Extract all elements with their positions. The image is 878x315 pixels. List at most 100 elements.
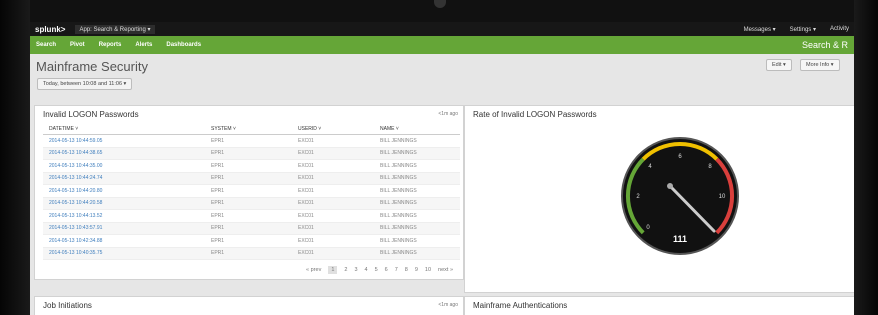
nav-pivot[interactable]: Pivot: [70, 42, 85, 48]
column-header-datetime[interactable]: DATETIME ˅: [43, 124, 205, 135]
cell-userid: EXC01: [292, 172, 374, 185]
table-row[interactable]: 2014-05-13 10:40:35.75 EPR1 EXC01 BILL JENN…: [43, 247, 460, 260]
cell-name: BILL JENNINGS: [374, 222, 460, 235]
pagination: « prev 1 2 3 4 5 6 7 8 9 10 next »: [306, 266, 453, 274]
cell-system: EPR1: [205, 197, 292, 210]
panel-title: Invalid LOGON Passwords: [43, 110, 139, 119]
app-nav-bar: Search Pivot Reports Alerts Dashboards S…: [30, 36, 854, 54]
table-row[interactable]: 2014-05-13 10:42:34.88 EPR1 EXC01 BILL JENN…: [43, 234, 460, 248]
cell-datetime: 2014-05-13 10:44:13.52: [43, 209, 205, 223]
cell-name: BILL JENNINGS: [374, 159, 460, 173]
nav-reports[interactable]: Reports: [99, 42, 122, 48]
logon-rate-gauge-panel: Rate of Invalid LOGON Passwords 0 2 4 6 …: [464, 105, 854, 293]
splunk-screen: splunk> App: Search & Reporting ▾ Messag…: [30, 22, 854, 315]
table-row[interactable]: 2014-05-13 10:44:20.80 EPR1 EXC01 BILL JENN…: [43, 184, 460, 198]
page-link[interactable]: 10: [425, 267, 431, 273]
panel-title: Rate of Invalid LOGON Passwords: [473, 110, 597, 119]
topbar-right-menus: Messages ▾ Settings ▾ Activity: [744, 26, 849, 33]
cell-datetime: 2014-05-13 10:40:35.75: [43, 247, 205, 260]
splunk-top-bar: splunk> App: Search & Reporting ▾ Messag…: [30, 22, 854, 36]
page-link-current[interactable]: 1: [328, 266, 338, 274]
cell-name: BILL JENNINGS: [374, 234, 460, 248]
cell-userid: EXC01: [292, 159, 374, 173]
cell-userid: EXC01: [292, 209, 374, 223]
nav-search[interactable]: Search: [36, 42, 56, 48]
messages-menu[interactable]: Messages ▾: [744, 26, 776, 33]
cell-datetime: 2014-05-13 10:44:20.80: [43, 184, 205, 198]
cell-datetime: 2014-05-13 10:43:57.91: [43, 222, 205, 235]
cell-datetime: 2014-05-13 10:44:35.00: [43, 159, 205, 173]
cell-datetime: 2014-05-13 10:44:20.58: [43, 197, 205, 210]
more-info-button[interactable]: More Info ▾: [800, 59, 840, 71]
cell-system: EPR1: [205, 209, 292, 223]
job-initiations-panel: Job Initiations <1m ago: [34, 296, 464, 315]
column-header-name[interactable]: NAME ˅: [374, 124, 460, 135]
time-range-picker[interactable]: Today, between 10:08 and 11:06 ▾: [37, 78, 133, 90]
activity-menu[interactable]: Activity: [830, 26, 849, 33]
cell-name: BILL JENNINGS: [374, 197, 460, 210]
splunk-logo[interactable]: splunk>: [35, 25, 65, 34]
page-link[interactable]: 4: [365, 267, 368, 273]
table-row[interactable]: 2014-05-13 10:44:35.00 EPR1 EXC01 BILL JENN…: [43, 159, 460, 173]
mainframe-auth-panel: Mainframe Authentications: [464, 296, 854, 315]
cell-name: BILL JENNINGS: [374, 172, 460, 185]
app-label-search-reporting[interactable]: Search & R: [802, 40, 848, 50]
gauge-needle-hub: [667, 183, 673, 189]
nav-dashboards[interactable]: Dashboards: [166, 42, 201, 48]
table-row[interactable]: 2014-05-13 10:43:57.91 EPR1 EXC01 BILL JENN…: [43, 222, 460, 235]
table-row[interactable]: 2014-05-13 10:44:13.52 EPR1 EXC01 BILL JENN…: [43, 209, 460, 223]
settings-menu[interactable]: Settings ▾: [790, 26, 816, 33]
column-header-system[interactable]: SYSTEM ˅: [205, 124, 292, 135]
cell-userid: EXC01: [292, 134, 374, 148]
radial-gauge: 0 2 4 6 8 10 111: [621, 137, 739, 255]
cell-userid: EXC01: [292, 184, 374, 198]
cell-userid: EXC01: [292, 147, 374, 160]
panel-title: Job Initiations: [43, 301, 92, 310]
panel-refresh-time[interactable]: <1m ago: [438, 302, 458, 308]
table-header-row: DATETIME ˅ SYSTEM ˅ USERID ˅ NAME ˅: [43, 124, 460, 135]
cell-name: BILL JENNINGS: [374, 147, 460, 160]
cell-name: BILL JENNINGS: [374, 134, 460, 148]
panel-refresh-time[interactable]: <1m ago: [438, 111, 458, 117]
cell-userid: EXC01: [292, 197, 374, 210]
cell-userid: EXC01: [292, 222, 374, 235]
cell-system: EPR1: [205, 134, 292, 148]
cell-userid: EXC01: [292, 247, 374, 260]
panel-title: Mainframe Authentications: [473, 301, 568, 310]
table-row[interactable]: 2014-05-13 10:44:59.05 EPR1 EXC01 BILL JENN…: [43, 134, 460, 148]
column-header-userid[interactable]: USERID ˅: [292, 124, 374, 135]
next-page-link[interactable]: next »: [438, 267, 453, 273]
cell-system: EPR1: [205, 147, 292, 160]
table-row[interactable]: 2014-05-13 10:44:24.74 EPR1 EXC01 BILL JENN…: [43, 172, 460, 185]
app-menu[interactable]: App: Search & Reporting ▾: [75, 24, 155, 34]
cell-system: EPR1: [205, 159, 292, 173]
cell-datetime: 2014-05-13 10:44:59.05: [43, 134, 205, 148]
table-row[interactable]: 2014-05-13 10:44:38.65 EPR1 EXC01 BILL JENN…: [43, 147, 460, 160]
page-link[interactable]: 7: [395, 267, 398, 273]
cell-system: EPR1: [205, 184, 292, 198]
invalid-logon-panel: Invalid LOGON Passwords <1m ago DATETIME…: [34, 105, 464, 280]
cell-system: EPR1: [205, 234, 292, 248]
page-link[interactable]: 9: [415, 267, 418, 273]
cell-system: EPR1: [205, 172, 292, 185]
table-row[interactable]: 2014-05-13 10:44:20.58 EPR1 EXC01 BILL JENN…: [43, 197, 460, 210]
cell-datetime: 2014-05-13 10:42:34.88: [43, 234, 205, 248]
page-link[interactable]: 8: [405, 267, 408, 273]
cell-name: BILL JENNINGS: [374, 247, 460, 260]
page-link[interactable]: 2: [344, 267, 347, 273]
gauge-tick-label: 10: [719, 194, 726, 200]
cell-name: BILL JENNINGS: [374, 184, 460, 198]
page-link[interactable]: 3: [354, 267, 357, 273]
laptop-bezel-left: [0, 0, 30, 315]
page-title: Mainframe Security: [36, 59, 148, 74]
page-link[interactable]: 5: [375, 267, 378, 273]
edit-button[interactable]: Edit ▾: [766, 59, 792, 71]
logon-table: DATETIME ˅ SYSTEM ˅ USERID ˅ NAME ˅ 2014…: [43, 124, 460, 260]
cell-userid: EXC01: [292, 234, 374, 248]
gauge-value: 111: [673, 234, 687, 244]
page-link[interactable]: 6: [385, 267, 388, 273]
cell-datetime: 2014-05-13 10:44:24.74: [43, 172, 205, 185]
nav-alerts[interactable]: Alerts: [135, 42, 152, 48]
cell-datetime: 2014-05-13 10:44:38.65: [43, 147, 205, 160]
prev-page-link[interactable]: « prev: [306, 267, 321, 273]
